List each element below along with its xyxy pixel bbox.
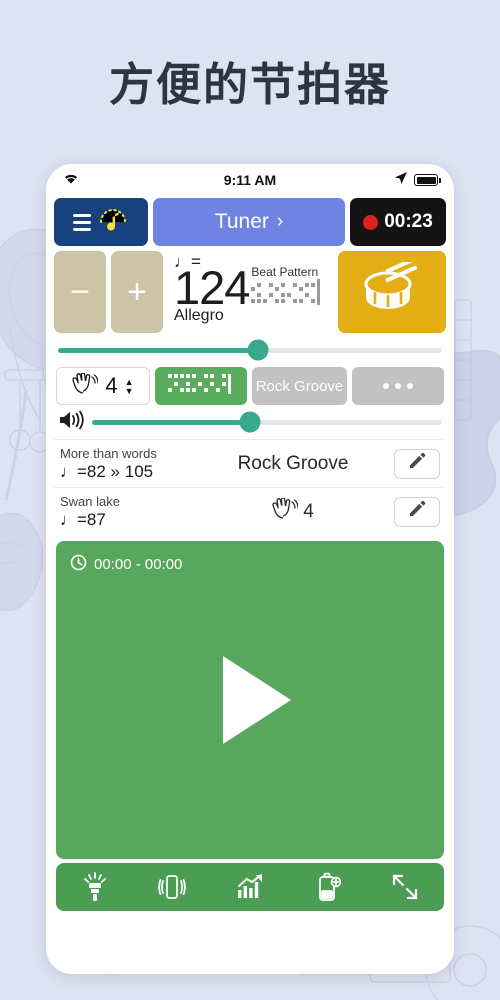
vibrate-phone-icon[interactable] — [149, 867, 195, 907]
song-beats: 4 — [192, 496, 394, 526]
tempo-increase-button[interactable]: + — [111, 251, 163, 333]
menu-metronome-button[interactable] — [54, 198, 148, 246]
stepper-up-icon[interactable]: ▲ — [125, 377, 134, 386]
player-time-range: 00:00 - 00:00 — [94, 556, 183, 573]
status-bar-time: 9:11 AM — [223, 172, 277, 188]
speaker-volume-icon[interactable] — [58, 409, 84, 436]
song-tempo: ♩=82 » 105 — [60, 462, 154, 482]
pencil-edit-icon — [408, 452, 426, 475]
player-panel[interactable]: 00:00 - 00:00 — [56, 541, 444, 859]
tempo-controls: − + ♩= 124 Allegro Beat Pattern — [54, 251, 446, 333]
phone-mockup: 9:11 AM Tuner › 00:23 − + ♩= 124 Allegro… — [46, 164, 454, 974]
tempo-display[interactable]: ♩= 124 Allegro Beat Pattern — [168, 251, 333, 333]
tempo-slider[interactable] — [58, 339, 442, 361]
drum-sound-button[interactable] — [338, 251, 446, 333]
fullscreen-expand-icon[interactable] — [382, 867, 428, 907]
player-time-row: 00:00 - 00:00 — [70, 554, 182, 575]
clapping-hands-icon — [272, 496, 299, 526]
chevron-right-icon: › — [276, 211, 284, 232]
song-groove: Rock Groove — [237, 452, 349, 474]
tuner-label: Tuner — [214, 210, 269, 233]
volume-slider-thumb[interactable] — [239, 411, 260, 433]
beats-per-bar-stepper[interactable]: 4 ▲ ▼ — [56, 367, 150, 405]
flashlight-icon[interactable] — [72, 867, 118, 907]
rhythm-controls: 4 ▲ ▼ Rock Groove — [54, 367, 446, 405]
clock-icon — [70, 554, 87, 575]
song-beats-value: 4 — [303, 500, 314, 522]
beat-pattern-waveform-icon[interactable] — [251, 279, 323, 311]
rhythm-pattern-button[interactable] — [155, 367, 247, 405]
record-timer: 00:23 — [384, 211, 433, 232]
beats-stepper-arrows[interactable]: ▲ ▼ — [125, 377, 134, 395]
edit-song-button[interactable] — [394, 496, 440, 527]
volume-slider-fill — [92, 419, 250, 425]
snare-drum-icon — [361, 256, 423, 323]
play-triangle-icon[interactable] — [223, 656, 291, 744]
bpm-value: 124 — [174, 261, 250, 314]
record-button[interactable]: 00:23 — [350, 198, 446, 246]
more-options-button[interactable] — [352, 367, 444, 405]
pencil-edit-icon — [408, 500, 426, 523]
tempo-slider-row — [54, 333, 446, 367]
page-title: 方便的节拍器 — [108, 58, 391, 110]
status-bar: 9:11 AM — [54, 164, 446, 196]
volume-slider[interactable] — [92, 411, 442, 433]
volume-slider-row — [54, 405, 446, 439]
record-dot-icon — [363, 214, 379, 230]
tuner-button[interactable]: Tuner › — [153, 198, 345, 246]
bottom-toolbar — [56, 863, 444, 911]
tempo-marking: Allegro — [174, 307, 224, 325]
battery-full-icon — [414, 174, 441, 186]
edit-song-button[interactable] — [394, 448, 440, 479]
stepper-down-icon[interactable]: ▼ — [125, 386, 134, 395]
tempo-decrease-button[interactable]: − — [54, 251, 106, 333]
tempo-slider-thumb[interactable] — [247, 339, 269, 361]
beats-value: 4 — [105, 373, 118, 398]
tempo-increase-chart-icon[interactable] — [227, 867, 273, 907]
rhythm-pattern-icon — [166, 372, 236, 401]
groove-preset-button[interactable]: Rock Groove — [252, 367, 347, 405]
clapping-hands-icon — [72, 371, 100, 400]
beat-pattern-label: Beat Pattern — [251, 265, 319, 279]
battery-plus-icon[interactable] — [305, 867, 351, 907]
song-title: Swan lake — [60, 493, 120, 509]
hamburger-menu-icon — [72, 213, 91, 231]
metronome-note-icon — [96, 204, 130, 241]
song-tempo: ♩=87 — [60, 510, 106, 530]
list-item[interactable]: More than words ♩=82 » 105 Rock Groove — [54, 439, 446, 487]
song-title: More than words — [60, 445, 157, 461]
top-toolbar: Tuner › 00:23 — [54, 198, 446, 246]
tempo-slider-fill — [58, 347, 258, 353]
list-item[interactable]: Swan lake ♩=87 4 — [54, 487, 446, 535]
